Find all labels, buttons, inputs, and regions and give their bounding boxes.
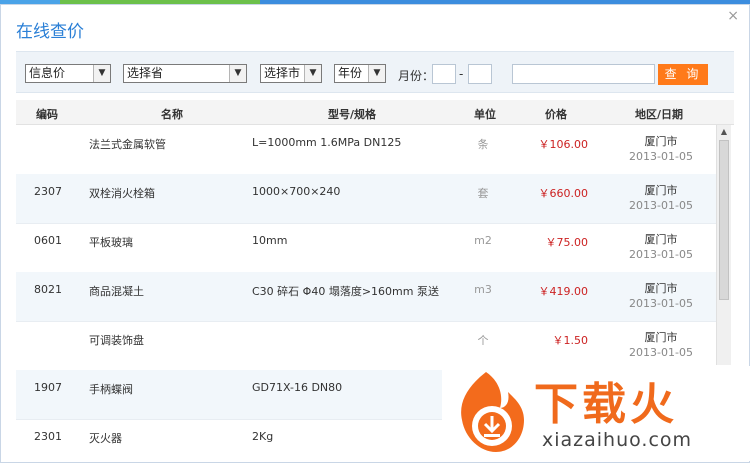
table-row[interactable]: 可调装饰盘 个 ￥1.50 厦门市 2013-01-05	[16, 321, 716, 371]
header-unit: 单位	[474, 108, 496, 121]
row-name: 手柄蝶阀	[89, 383, 133, 396]
row-spec: 10mm	[252, 234, 288, 247]
row-code: 2307	[34, 185, 62, 198]
watermark-logo: 下载火 xiazaihuo.com	[442, 366, 750, 461]
row-unit: 个	[477, 334, 489, 347]
header-region-date: 地区/日期	[635, 108, 684, 121]
row-date: 2013-01-05	[629, 199, 693, 212]
filter-bar: 信息价 ▼ 选择省 ▼ 选择市 ▼ 年份 ▼ 月份： - 查 询	[16, 51, 734, 93]
row-price: ￥75.00	[545, 236, 589, 249]
search-button[interactable]: 查 询	[658, 64, 708, 85]
year-value: 年份	[338, 66, 363, 80]
row-date: 2013-01-05	[629, 297, 693, 310]
province-select[interactable]: 选择省 ▼	[123, 64, 247, 83]
chevron-down-icon: ▼	[229, 65, 246, 82]
table-row[interactable]: 2307 双栓消火栓箱 1000×700×240 套 ￥660.00 厦门市 2013-01…	[16, 174, 716, 224]
watermark-brand: 下载火	[534, 379, 678, 430]
month-separator: -	[459, 67, 464, 81]
row-date: 2013-01-05	[629, 248, 693, 261]
header-code: 编码	[36, 108, 58, 121]
month-to-input[interactable]	[468, 64, 492, 84]
month-from-input[interactable]	[432, 64, 456, 84]
year-select[interactable]: 年份 ▼	[334, 64, 386, 83]
table-row[interactable]: 法兰式金属软管 L=1000mm 1.6MPa DN125 条 ￥106.00 厦门市 2…	[16, 125, 716, 175]
province-value: 选择省	[127, 66, 164, 80]
row-region-date: 厦门市 2013-01-05	[626, 330, 696, 360]
row-name: 法兰式金属软管	[89, 138, 166, 151]
header-spec: 型号/规格	[328, 108, 377, 121]
table-row[interactable]: 0601 平板玻璃 10mm m2 ￥75.00 厦门市 2013-01-05	[16, 223, 716, 273]
row-spec: 2Kg	[252, 430, 274, 443]
chevron-down-icon: ▼	[368, 65, 385, 82]
row-date: 2013-01-05	[629, 346, 693, 359]
row-spec: GD71X-16 DN80	[252, 381, 343, 394]
flame-logo-icon	[461, 372, 524, 452]
row-name: 商品混凝土	[89, 285, 144, 298]
info-type-value: 信息价	[29, 66, 66, 80]
row-spec: 1000×700×240	[252, 185, 341, 198]
row-region: 厦门市	[644, 135, 678, 148]
row-region-date: 厦门市 2013-01-05	[626, 281, 696, 311]
row-name: 双栓消火栓箱	[89, 187, 155, 200]
row-price: ￥419.00	[538, 285, 589, 298]
row-region-date: 厦门市 2013-01-05	[626, 183, 696, 213]
table-header: 编码 名称 型号/规格 单位 价格 地区/日期	[16, 100, 734, 125]
row-region: 厦门市	[644, 282, 678, 295]
row-region-date: 厦门市 2013-01-05	[626, 232, 696, 262]
row-name: 可调装饰盘	[89, 334, 144, 347]
close-icon[interactable]: ×	[727, 8, 739, 24]
row-unit: 条	[477, 138, 489, 151]
city-select[interactable]: 选择市 ▼	[260, 64, 322, 83]
row-code: 0601	[34, 234, 62, 247]
city-value: 选择市	[264, 66, 301, 80]
vertical-scrollbar[interactable]: ▲	[716, 125, 731, 365]
row-code: 1907	[34, 381, 62, 394]
header-price: 价格	[545, 108, 567, 121]
chevron-down-icon: ▼	[304, 65, 321, 82]
row-region: 厦门市	[644, 233, 678, 246]
row-unit: m2	[474, 234, 492, 247]
watermark-url: xiazaihuo.com	[542, 429, 693, 451]
row-price: ￥660.00	[538, 187, 589, 200]
row-spec: C30 碎石 Φ40 塌落度>160mm 泵送	[252, 285, 439, 298]
scroll-up-icon[interactable]: ▲	[717, 125, 731, 139]
row-unit: 套	[477, 187, 489, 200]
row-code: 8021	[34, 283, 62, 296]
scrollbar-thumb[interactable]	[719, 140, 729, 300]
dialog-title: 在线查价	[16, 22, 84, 42]
row-unit: m3	[474, 283, 492, 296]
row-spec: L=1000mm 1.6MPa DN125	[252, 136, 402, 149]
row-region-date: 厦门市 2013-01-05	[626, 134, 696, 164]
row-name: 平板玻璃	[89, 236, 133, 249]
info-type-select[interactable]: 信息价 ▼	[25, 64, 111, 83]
table-row[interactable]: 8021 商品混凝土 C30 碎石 Φ40 塌落度>160mm 泵送 m3 ￥419.0…	[16, 272, 716, 322]
row-date: 2013-01-05	[629, 150, 693, 163]
month-label: 月份：	[398, 69, 435, 83]
row-code: 2301	[34, 430, 62, 443]
row-name: 灭火器	[89, 432, 122, 445]
row-region: 厦门市	[644, 184, 678, 197]
row-price: ￥1.50	[552, 334, 589, 347]
keyword-input[interactable]	[512, 64, 655, 84]
chevron-down-icon: ▼	[93, 65, 110, 82]
header-name: 名称	[161, 108, 183, 121]
row-region: 厦门市	[644, 331, 678, 344]
row-price: ￥106.00	[538, 138, 589, 151]
